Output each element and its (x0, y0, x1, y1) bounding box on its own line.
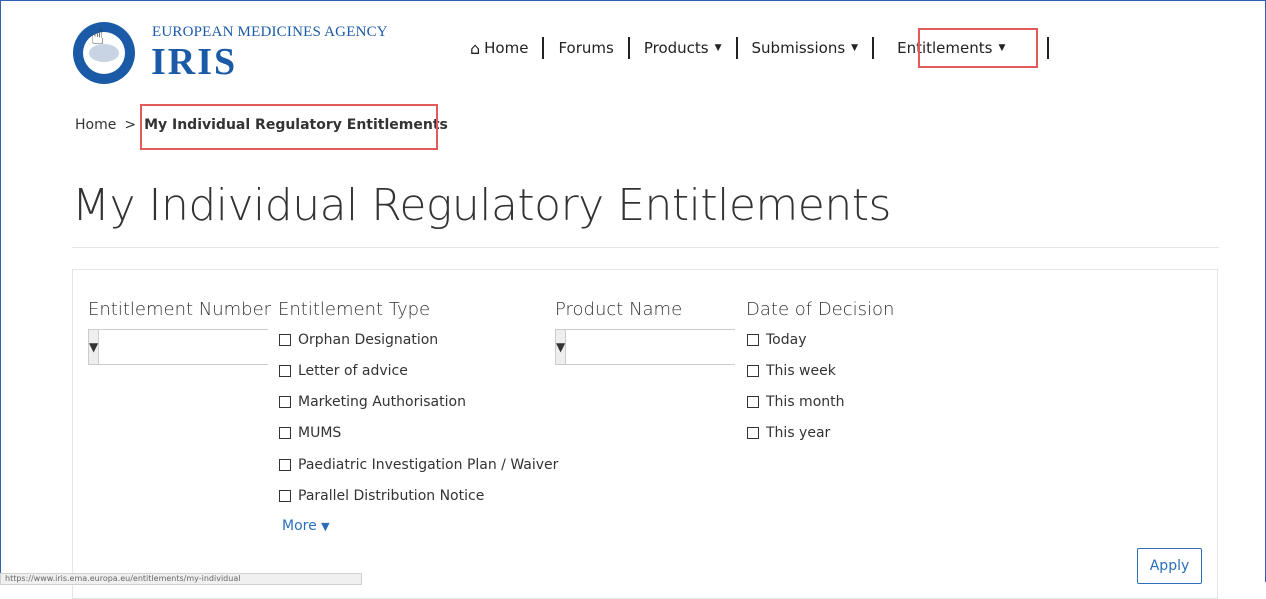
date-option-week[interactable]: This week (747, 363, 836, 379)
filter-funnel-icon[interactable]: ▼ (89, 330, 100, 364)
entitlements-highlight-box (918, 28, 1038, 68)
nav-forums-label: Forums (558, 39, 614, 57)
nav-submissions-label: Submissions (751, 39, 846, 57)
product-name-filter: ▼ (555, 329, 760, 365)
nav-forums[interactable]: Forums (544, 37, 627, 59)
checkbox[interactable] (279, 490, 291, 502)
filter-funnel-icon[interactable]: ▼ (556, 330, 567, 364)
checkbox[interactable] (279, 459, 291, 471)
checkbox[interactable] (279, 396, 291, 408)
breadcrumb-home[interactable]: Home (75, 117, 116, 133)
nav-products[interactable]: Products ▼ (630, 37, 736, 59)
nav-submissions[interactable]: Submissions ▼ (738, 37, 873, 59)
product-name-input[interactable] (566, 330, 760, 364)
option-label: Letter of advice (298, 363, 408, 379)
date-option-today[interactable]: Today (747, 332, 807, 348)
type-option-orphan[interactable]: Orphan Designation (279, 332, 438, 348)
nav-home-label: Home (484, 39, 529, 57)
checkbox[interactable] (747, 427, 759, 439)
nav-products-label: Products (643, 39, 709, 57)
entitlement-number-label: Entitlement Number (88, 299, 272, 320)
option-label: Marketing Authorisation (298, 394, 466, 410)
breadcrumb-highlight-box (140, 104, 438, 150)
caret-down-icon: ▼ (851, 43, 859, 53)
option-label: This year (766, 425, 831, 441)
checkbox[interactable] (747, 334, 759, 346)
pointer-hand-icon: ☝ (91, 25, 105, 50)
apply-button[interactable]: Apply (1137, 548, 1202, 584)
agency-name: EUROPEAN MEDICINES AGENCY (152, 24, 388, 40)
option-label: Today (766, 332, 807, 348)
breadcrumb-separator: > (124, 117, 137, 133)
option-label: Orphan Designation (298, 332, 439, 348)
home-icon: ⌂ (470, 38, 481, 58)
option-label: This week (766, 363, 836, 379)
nav-divider (1047, 37, 1049, 59)
triangle-down-icon: ▼ (321, 520, 330, 533)
type-option-marketing[interactable]: Marketing Authorisation (279, 394, 466, 410)
ema-logo[interactable]: ☝ (73, 22, 135, 84)
option-label: Paediatric Investigation Plan / Waiver (298, 457, 559, 473)
type-option-paediatric[interactable]: Paediatric Investigation Plan / Waiver (279, 457, 558, 473)
option-label: MUMS (298, 425, 342, 441)
caret-down-icon: ▼ (714, 43, 722, 53)
checkbox[interactable] (747, 396, 759, 408)
status-bar-url: https://www.iris.ema.europa.eu/entitleme… (0, 573, 362, 585)
date-option-year[interactable]: This year (747, 425, 830, 441)
date-option-month[interactable]: This month (747, 394, 845, 410)
checkbox[interactable] (747, 365, 759, 377)
type-option-mums[interactable]: MUMS (279, 425, 341, 441)
option-label: Parallel Distribution Notice (298, 488, 485, 504)
option-label: This month (766, 394, 845, 410)
more-label: More (282, 518, 317, 534)
entitlement-number-filter: ▼ (88, 329, 293, 365)
entitlement-type-label: Entitlement Type (278, 299, 431, 320)
more-options-link[interactable]: More ▼ (282, 518, 330, 534)
title-divider (72, 247, 1219, 248)
date-of-decision-label: Date of Decision (746, 299, 895, 320)
checkbox[interactable] (279, 365, 291, 377)
checkbox[interactable] (279, 427, 291, 439)
type-option-letter[interactable]: Letter of advice (279, 363, 408, 379)
entitlement-number-input[interactable] (99, 330, 293, 364)
checkbox[interactable] (279, 334, 291, 346)
product-name-label: Product Name (555, 299, 683, 320)
type-option-parallel[interactable]: Parallel Distribution Notice (279, 488, 484, 504)
page-title: My Individual Regulatory Entitlements (72, 180, 891, 231)
nav-home[interactable]: ⌂ Home (470, 37, 542, 59)
app-name: IRIS (151, 41, 238, 83)
